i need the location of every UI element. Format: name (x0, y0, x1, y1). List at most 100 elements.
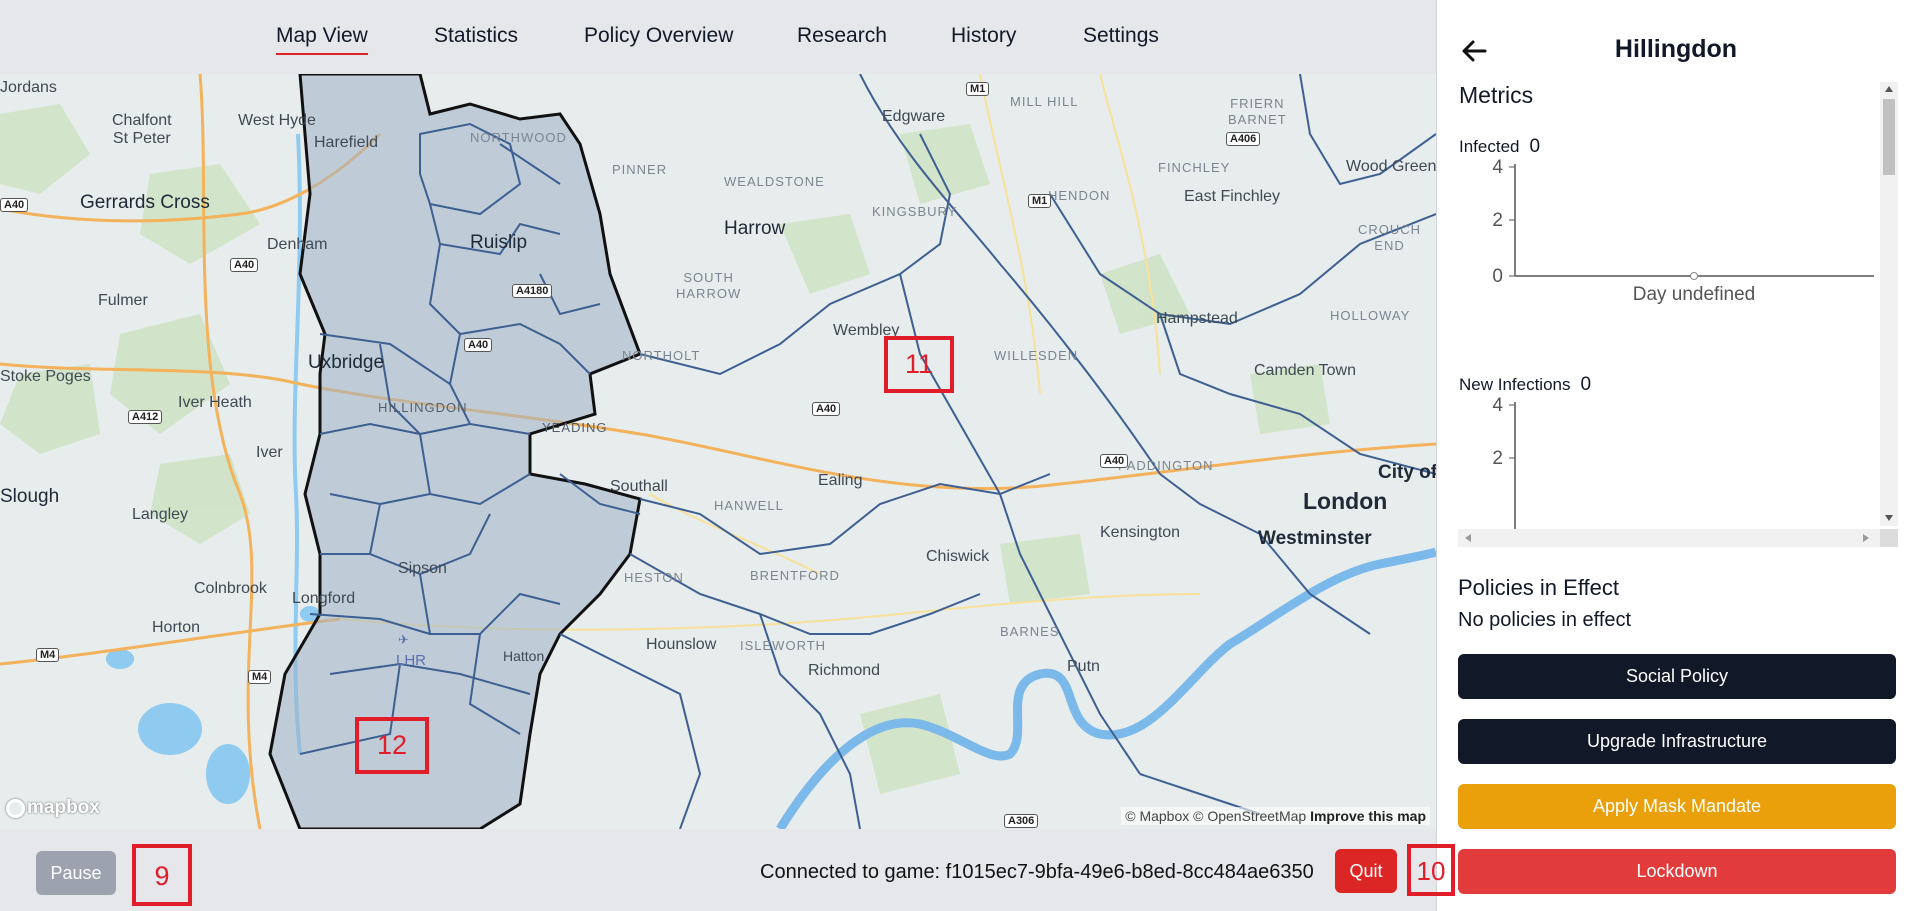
new-infections-value: 0 (1580, 374, 1592, 395)
pause-button[interactable]: Pause (36, 851, 116, 895)
infected-value: 0 (1529, 136, 1541, 157)
new-infections-chart: 4 2 (1492, 395, 1516, 544)
metrics-vertical-scrollbar[interactable] (1880, 82, 1898, 526)
scrollbar-thumb[interactable] (1883, 99, 1895, 175)
metrics-title: Metrics (1459, 82, 1534, 108)
district-pinner: PINNER (612, 162, 668, 177)
district-willesden: WILLESDEN (994, 348, 1079, 363)
map-label-langley: Langley (132, 506, 189, 523)
map-label-uxbridge: Uxbridge (308, 352, 385, 373)
map-attribution: © Mapbox © OpenStreetMap Improve this ma… (1121, 807, 1430, 825)
policies-empty-text: No policies in effect (1458, 609, 1632, 631)
tab-settings[interactable]: Settings (1083, 24, 1159, 48)
connection-status: Connected to game: f1015ec7-9bfa-49e6-b8… (760, 861, 1314, 883)
map-label-east-finchley: East Finchley (1184, 188, 1281, 205)
road-shield: A412 (128, 410, 163, 424)
mapbox-logo-text: mapbox (27, 797, 100, 818)
district-barnes: BARNES (1000, 624, 1060, 639)
district-yeading: YEADING (542, 420, 608, 435)
attribution-text[interactable]: © Mapbox © OpenStreetMap (1125, 808, 1306, 824)
district-mill-hill: MILL HILL (1010, 94, 1079, 109)
district-heston: HESTON (624, 570, 684, 585)
district-isleworth: ISLEWORTH (740, 638, 827, 653)
policies-title: Policies in Effect (1458, 575, 1620, 600)
infected-label: Infected (1459, 137, 1520, 156)
tab-policy-overview[interactable]: Policy Overview (584, 24, 733, 48)
map-canvas[interactable]: Jordans Chalfont St Peter West Hyde Hare… (0, 74, 1436, 829)
upgrade-infrastructure-button[interactable]: Upgrade Infrastructure (1458, 719, 1896, 764)
map-label-camden-town: Camden Town (1254, 362, 1356, 379)
map-label-iver-heath: Iver Heath (178, 394, 252, 411)
map-label-southall: Southall (610, 478, 668, 495)
marker-12: 12 (355, 717, 429, 774)
tab-statistics[interactable]: Statistics (434, 24, 518, 48)
quit-button[interactable]: Quit (1335, 849, 1397, 893)
map-label-iver: Iver (256, 444, 283, 461)
tab-history[interactable]: History (951, 24, 1016, 48)
map-label-lhr: LHR (396, 652, 427, 669)
scroll-left-icon[interactable] (1464, 534, 1472, 542)
map-label-slough: Slough (0, 486, 60, 507)
district-hillingdon: HILLINGDON (378, 400, 468, 415)
scroll-right-icon[interactable] (1862, 534, 1870, 542)
marker-11: 11 (884, 336, 954, 393)
apply-mask-mandate-button[interactable]: Apply Mask Mandate (1458, 784, 1896, 829)
road-shield: M4 (248, 670, 272, 684)
district-holloway: HOLLOWAY (1330, 308, 1411, 323)
road-shield: M1 (966, 82, 990, 96)
map-label-london: London (1303, 488, 1388, 514)
tab-map-view[interactable]: Map View (276, 24, 368, 55)
map-label-city-of: City of (1378, 462, 1436, 483)
district-northolt: NORTHOLT (622, 348, 701, 363)
infected-chart: 4 2 0 Day undefined (1492, 157, 1874, 305)
map-label-denham: Denham (267, 236, 328, 253)
y-tick-label: 4 (1492, 395, 1503, 416)
road-shield: A306 (1004, 814, 1039, 828)
new-infections-label: New Infections (1459, 375, 1571, 394)
map-label-kensington: Kensington (1100, 524, 1181, 541)
scroll-down-icon[interactable] (1885, 514, 1893, 522)
map-label-richmond: Richmond (808, 662, 881, 679)
road-shield: A4180 (512, 284, 553, 298)
metrics-scroll-area[interactable]: Metrics Infected 0 4 2 0 Day undefined Ne… (1459, 76, 1914, 550)
district-hanwell: HANWELL (714, 498, 784, 513)
road-shield: A406 (1226, 132, 1261, 146)
map-label-west-hyde: West Hyde (238, 112, 316, 129)
road-shield: A40 (812, 402, 841, 416)
map-label-wood-green: Wood Green (1346, 158, 1436, 175)
tab-research[interactable]: Research (797, 24, 887, 48)
road-shield: M4 (36, 648, 60, 662)
district-kingsbury: KINGSBURY (872, 204, 958, 219)
road-shield: A40 (0, 198, 29, 212)
social-policy-button[interactable]: Social Policy (1458, 654, 1896, 699)
marker-9: 9 (132, 844, 192, 906)
map-label-colnbrook: Colnbrook (194, 580, 267, 597)
y-tick-label: 2 (1492, 448, 1503, 469)
y-tick-label: 4 (1492, 157, 1503, 178)
map-label-westminster: Westminster (1258, 528, 1372, 549)
lockdown-button[interactable]: Lockdown (1458, 849, 1896, 894)
map-label-jordans: Jordans (0, 79, 57, 96)
district-wealdstone: WEALDSTONE (724, 174, 825, 189)
data-point (1690, 272, 1698, 280)
scrollbar-corner (1880, 529, 1898, 547)
map-label-harrow: Harrow (724, 218, 786, 239)
district-hendon: HENDON (1048, 188, 1111, 203)
district-finchley: FINCHLEY (1158, 160, 1231, 175)
map-label-hampstead: Hampstead (1156, 310, 1238, 327)
map-label-harefield: Harefield (314, 134, 379, 151)
y-tick-label: 2 (1492, 210, 1503, 231)
improve-map-link[interactable]: Improve this map (1310, 808, 1426, 824)
map-label-hatton: Hatton (503, 648, 545, 664)
scroll-up-icon[interactable] (1885, 85, 1893, 93)
y-tick-label: 0 (1492, 266, 1503, 287)
map-label-chalfont: Chalfont St Peter (112, 112, 172, 147)
map-label-gerrards-cross: Gerrards Cross (80, 192, 210, 213)
map-label-longford: Longford (292, 590, 356, 607)
map-label-sipson: Sipson (398, 560, 447, 577)
x-axis-label: Day undefined (1633, 284, 1756, 305)
map-label-ealing: Ealing (818, 472, 863, 489)
mapbox-logo[interactable]: mapbox (6, 797, 100, 819)
metrics-horizontal-scrollbar[interactable] (1458, 529, 1880, 547)
map-label-stoke-poges: Stoke Poges (0, 368, 91, 385)
